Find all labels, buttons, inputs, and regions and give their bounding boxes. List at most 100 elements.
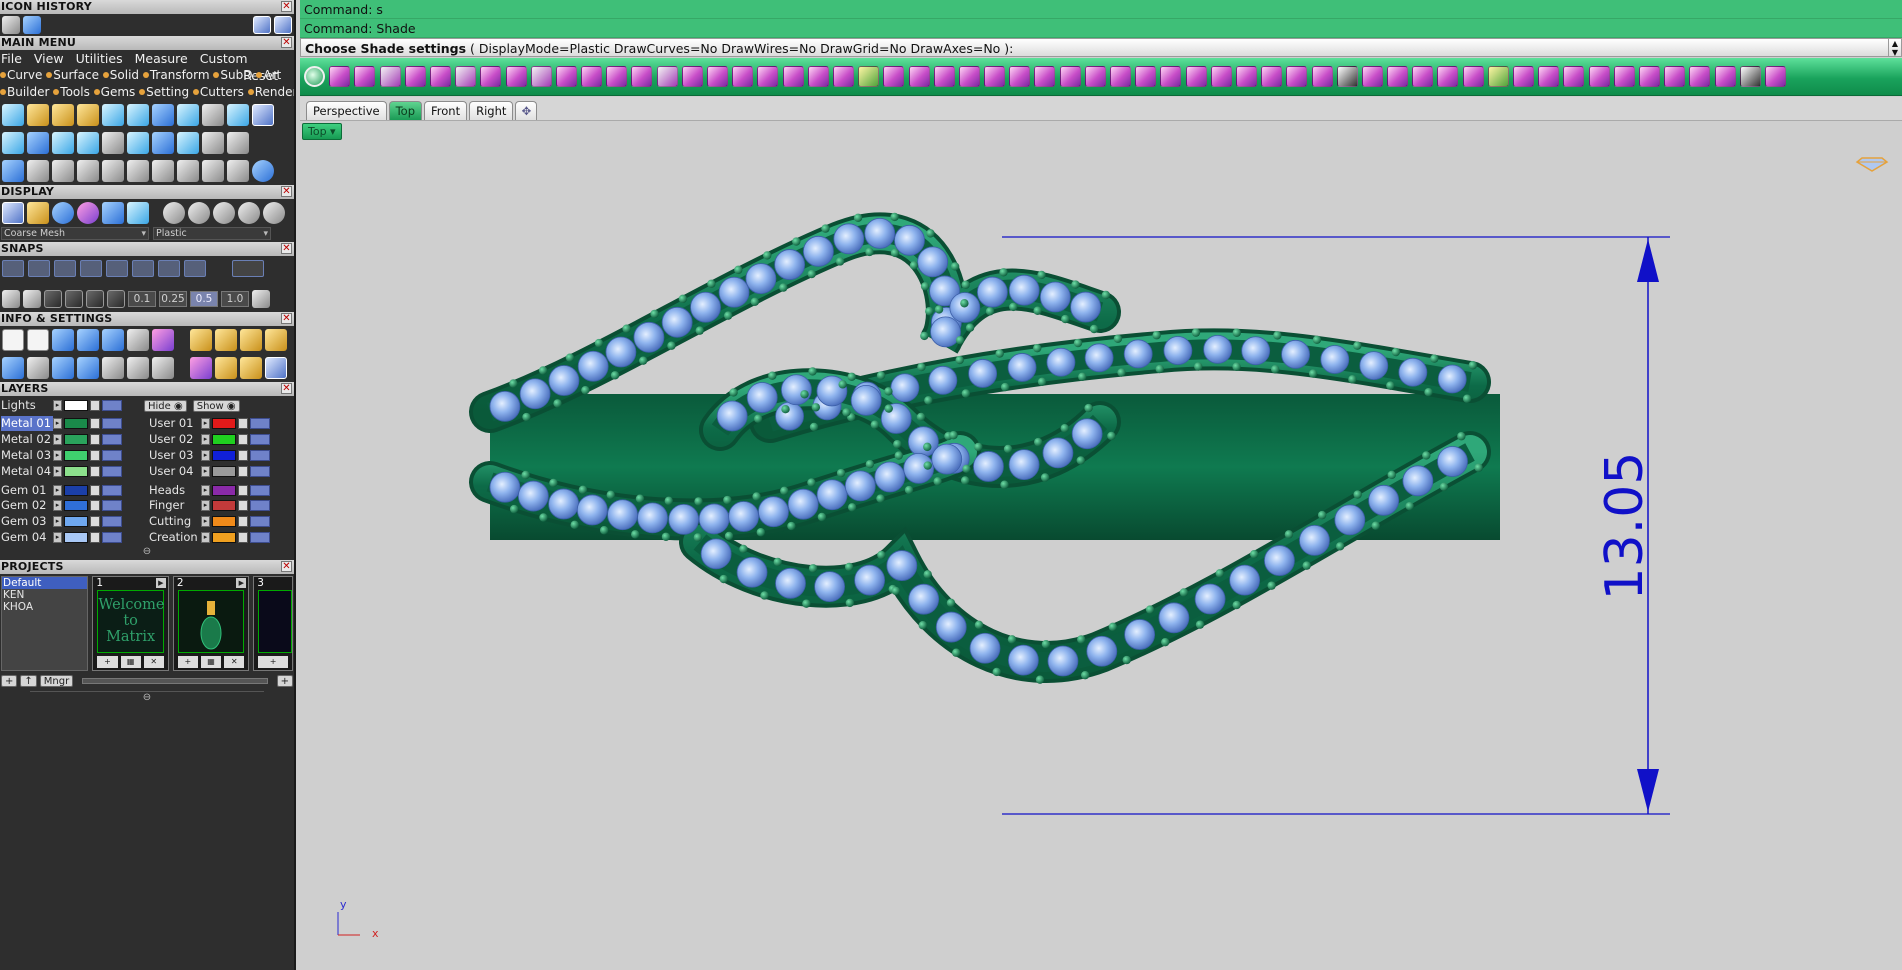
snap-icon[interactable] [65, 290, 83, 308]
layer-row[interactable]: Metal 01 ▸ [1, 416, 149, 432]
material-icon[interactable] [188, 202, 210, 224]
toolbar-tool-icon[interactable] [379, 66, 401, 87]
expand-icon[interactable]: ▸ [201, 516, 210, 528]
toolbar-tool-icon[interactable] [329, 66, 351, 87]
layer-row[interactable]: Gem 01 ▸ [1, 482, 149, 498]
layer-row[interactable]: Gem 03 ▸ [1, 514, 149, 530]
visibility-toggle[interactable] [250, 531, 270, 543]
tool-icon[interactable] [52, 160, 74, 182]
gem-stone[interactable] [968, 359, 998, 388]
expand-icon[interactable]: ▸ [53, 500, 62, 512]
tool-icon[interactable] [102, 104, 124, 126]
toolbar-tool-icon[interactable] [1336, 66, 1358, 87]
lock-icon[interactable] [90, 484, 100, 496]
toolbar-tool-icon[interactable] [1009, 66, 1031, 87]
toolbar-tool-icon[interactable] [1286, 66, 1308, 87]
gem-stone[interactable] [1008, 449, 1040, 481]
gem-stone[interactable] [874, 461, 906, 493]
gem-stone[interactable] [973, 451, 1004, 482]
tool-icon[interactable] [202, 160, 224, 182]
gem-stone[interactable] [577, 350, 609, 382]
save-icon[interactable]: ▦ [120, 656, 141, 669]
shaded-icon[interactable] [52, 202, 74, 224]
cat-gems[interactable]: Gems [101, 85, 136, 99]
display-icon[interactable] [127, 202, 149, 224]
snap-value-1.0[interactable]: 1.0 [221, 291, 249, 307]
settings-icon[interactable] [2, 329, 24, 351]
gem-stone[interactable] [864, 217, 896, 249]
toolbar-tool-icon[interactable] [656, 66, 678, 87]
snap-icon[interactable] [44, 290, 62, 308]
info-icon[interactable] [27, 357, 49, 379]
show-button[interactable]: Show ◉ [192, 399, 240, 412]
lock-icon[interactable] [238, 500, 248, 512]
layer-row[interactable]: Gem 04 ▸ [1, 530, 149, 546]
tool-icon[interactable] [252, 104, 274, 126]
gem-stone[interactable] [517, 480, 549, 512]
lock-icon[interactable] [90, 400, 100, 411]
snap-value-0.5[interactable]: 0.5 [190, 291, 218, 307]
material-icon[interactable] [163, 202, 185, 224]
info-icon[interactable] [152, 357, 174, 379]
info-icon[interactable] [2, 357, 24, 379]
info-icon[interactable] [215, 357, 237, 379]
toolbar-tool-icon[interactable] [1185, 66, 1207, 87]
gem-stone[interactable] [1398, 357, 1428, 387]
toolbar-tool-icon[interactable] [455, 66, 477, 87]
toolbar-tool-icon[interactable] [958, 66, 980, 87]
toolbar-tool-icon[interactable] [782, 66, 804, 87]
toolbar-tool-icon[interactable] [555, 66, 577, 87]
menu-file[interactable]: File [1, 51, 22, 66]
layer-color-swatch[interactable] [212, 484, 236, 496]
gem-stone[interactable] [1241, 336, 1271, 366]
gem-stone[interactable] [489, 390, 521, 422]
tab-perspective[interactable]: Perspective [306, 101, 387, 120]
cat-tools[interactable]: Tools [60, 85, 90, 99]
gem-stone[interactable] [854, 564, 885, 596]
circle-icon[interactable] [252, 160, 274, 182]
expand-icon[interactable]: ▸ [201, 434, 210, 446]
toolbar-tool-icon[interactable] [858, 66, 880, 87]
visibility-toggle[interactable] [102, 400, 122, 411]
toolbar-tool-icon[interactable] [1689, 66, 1711, 87]
manager-button[interactable]: Mngr [39, 675, 74, 688]
visibility-toggle[interactable] [250, 449, 270, 461]
gem-stone[interactable] [908, 583, 940, 615]
toolbar-tool-icon[interactable] [1135, 66, 1157, 87]
snap-toggle-button[interactable] [232, 260, 264, 277]
tool-icon[interactable] [227, 132, 249, 154]
gem-stone[interactable] [700, 538, 732, 570]
gem-stone[interactable] [886, 550, 918, 581]
gem-stone[interactable] [668, 503, 700, 535]
tool-icon[interactable] [102, 132, 124, 154]
layer-color-swatch[interactable] [212, 465, 236, 477]
gem-stone[interactable] [775, 401, 804, 431]
gem-stone[interactable] [1194, 583, 1226, 615]
tool-icon[interactable] [177, 132, 199, 154]
tool-icon[interactable] [227, 104, 249, 126]
layer-row[interactable]: Heads ▸ [149, 482, 294, 498]
toolbar-tool-icon[interactable] [908, 66, 930, 87]
dimension-value[interactable]: 13.05 [1595, 452, 1655, 601]
gem-stone[interactable] [890, 373, 920, 403]
gem-stone[interactable] [850, 384, 882, 416]
visibility-toggle[interactable] [102, 531, 122, 543]
gem-stone[interactable] [1437, 446, 1468, 477]
tool-icon[interactable] [127, 104, 149, 126]
collapse-icon[interactable]: ⊖ [30, 691, 264, 705]
visibility-toggle[interactable] [250, 434, 270, 446]
lock-icon[interactable] [238, 484, 248, 496]
project-item[interactable]: Default [2, 577, 88, 590]
toolbar-tool-icon[interactable] [1437, 66, 1459, 87]
toolbar-tool-icon[interactable] [1361, 66, 1383, 87]
expand-button[interactable]: + [276, 675, 293, 688]
gem-stone[interactable] [1437, 364, 1467, 394]
layer-row[interactable]: User 01 ▸ [149, 416, 294, 432]
layer-row[interactable]: User 04 ▸ [149, 463, 294, 479]
info-icon[interactable] [52, 329, 74, 351]
toolbar-tool-icon[interactable] [707, 66, 728, 87]
expand-icon[interactable]: ▸ [53, 484, 62, 496]
gem-stone[interactable] [833, 223, 865, 255]
expand-icon[interactable]: ▸ [53, 531, 62, 543]
visibility-toggle[interactable] [102, 516, 122, 528]
